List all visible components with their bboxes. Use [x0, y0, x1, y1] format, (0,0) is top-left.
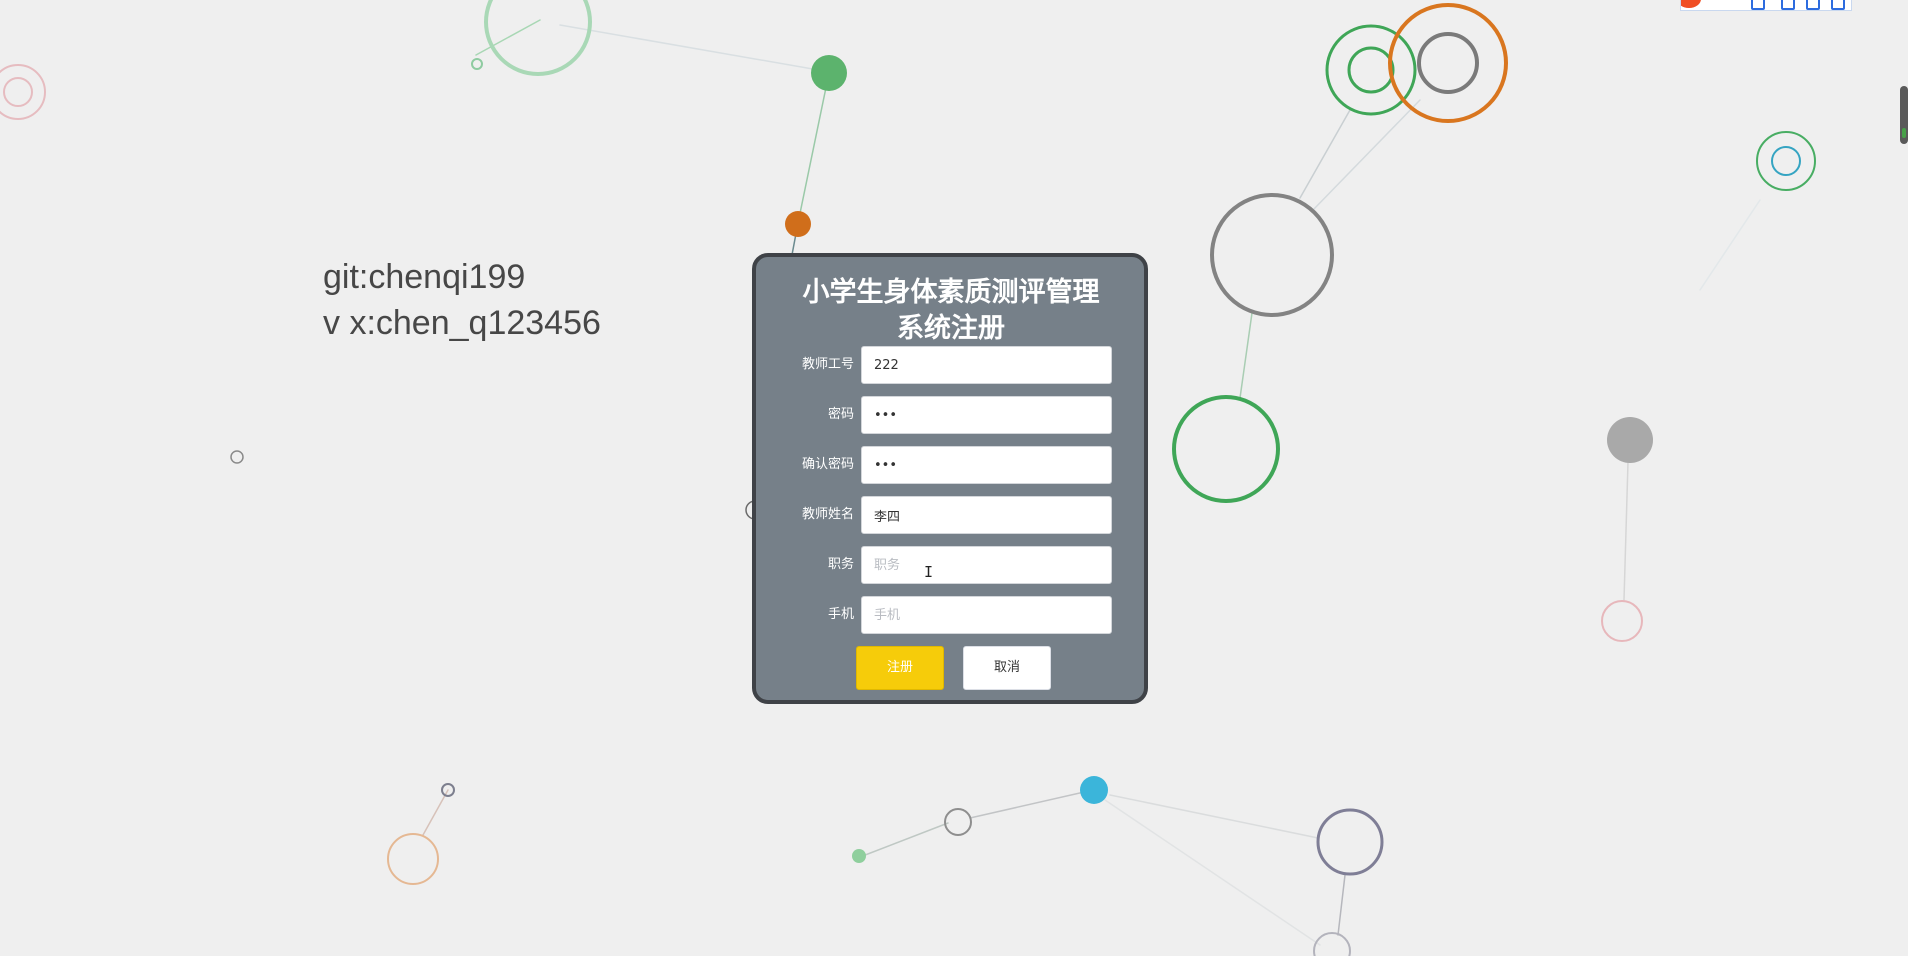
- register-title: 小学生身体素质测评管理系统注册: [802, 277, 1100, 344]
- toolbar-icon-1[interactable]: [1751, 0, 1765, 10]
- teacher-name-label: 教师姓名: [801, 507, 854, 522]
- page-scroll-indicator[interactable]: [1900, 86, 1908, 144]
- confirm-password-label: 确认密码: [801, 457, 854, 472]
- register-button[interactable]: 注册: [856, 646, 944, 690]
- browser-toolbar-extension[interactable]: [1680, 0, 1852, 11]
- register-panel: 小学生身体素质测评管理系统注册 教师工号 密码 确认密码 教师姓名 职务 手机 …: [752, 253, 1148, 704]
- teacher-id-label: 教师工号: [801, 357, 854, 372]
- credits-contact-line: v x:chen_q123456: [323, 304, 601, 342]
- toolbar-icon-3[interactable]: [1806, 0, 1820, 10]
- phone-label: 手机: [827, 607, 854, 622]
- password-label: 密码: [827, 407, 854, 422]
- text-cursor-icon: I: [924, 563, 934, 581]
- form-row-teacher-id: 教师工号: [756, 346, 1144, 384]
- position-label: 职务: [827, 557, 854, 572]
- extension-logo-icon: [1681, 0, 1701, 8]
- toolbar-icon-2[interactable]: [1781, 0, 1795, 10]
- phone-input[interactable]: [861, 596, 1112, 634]
- cancel-button[interactable]: 取消: [963, 646, 1051, 690]
- teacher-name-input[interactable]: [861, 496, 1112, 534]
- position-input[interactable]: [861, 546, 1112, 584]
- form-row-position: 职务: [756, 546, 1144, 584]
- toolbar-icon-4[interactable]: [1831, 0, 1845, 10]
- form-row-phone: 手机: [756, 596, 1144, 634]
- credits-text: git:chenqi199 v x:chen_q123456: [323, 254, 601, 346]
- confirm-password-input[interactable]: [861, 446, 1112, 484]
- form-row-password: 密码: [756, 396, 1144, 434]
- password-input[interactable]: [861, 396, 1112, 434]
- credits-git-line: git:chenqi199: [323, 258, 526, 296]
- form-row-confirm-password: 确认密码: [756, 446, 1144, 484]
- form-row-teacher-name: 教师姓名: [756, 496, 1144, 534]
- teacher-id-input[interactable]: [861, 346, 1112, 384]
